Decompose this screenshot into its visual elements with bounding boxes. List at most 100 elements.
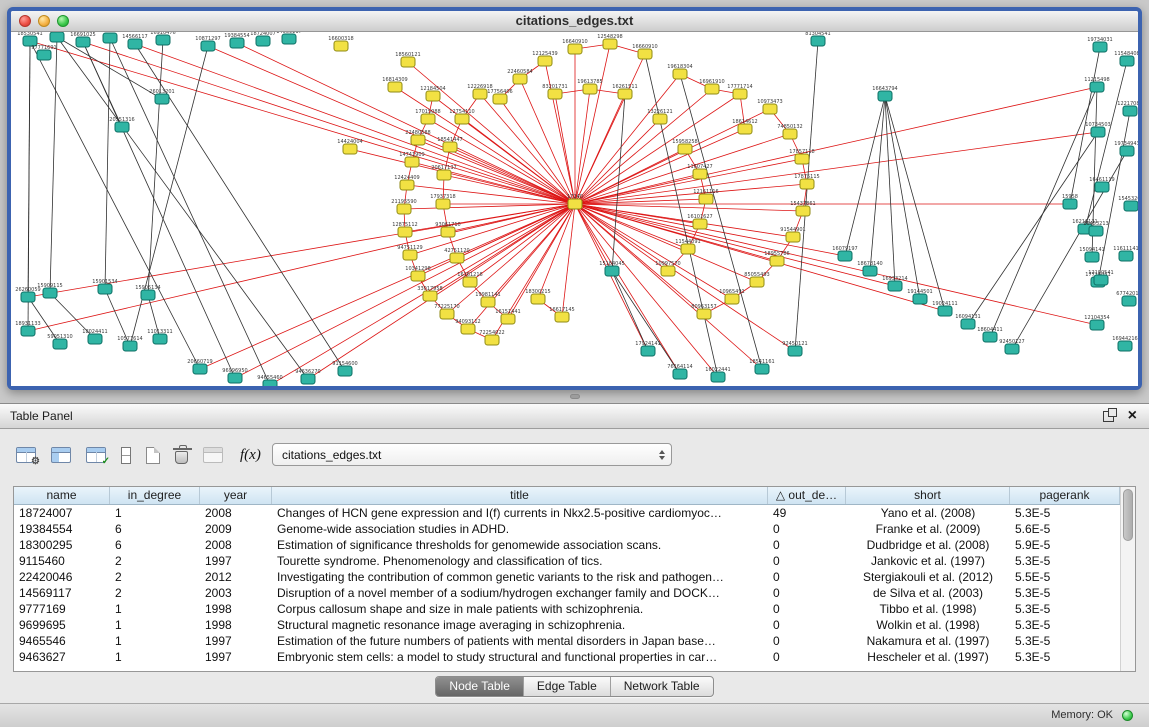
graph-node[interactable]: 83201731 — [542, 84, 567, 99]
float-panel-icon[interactable] — [1103, 411, 1114, 422]
graph-node[interactable]: 93061710 — [435, 222, 460, 237]
graph-node[interactable]: 76164114 — [667, 364, 692, 379]
cell-pagerank[interactable]: 5.3E-5 — [1010, 553, 1120, 569]
graph-edge[interactable] — [575, 204, 803, 211]
column-header-year[interactable]: year — [200, 487, 272, 504]
cell-year[interactable]: 2003 — [200, 585, 272, 601]
graph-node[interactable]: 22480588 — [405, 130, 430, 145]
graph-node[interactable]: 12184504 — [420, 86, 445, 101]
cell-out_degree[interactable]: 0 — [768, 649, 846, 665]
zoom-window-button[interactable] — [57, 15, 69, 27]
new-column-button[interactable] — [146, 447, 160, 464]
graph-node[interactable]: 13226121 — [647, 109, 672, 124]
graph-node[interactable]: 16600318 — [328, 36, 353, 51]
graph-edge[interactable] — [428, 119, 575, 204]
graph-node[interactable]: 11548408 — [1114, 51, 1138, 66]
cell-pagerank[interactable]: 5.5E-5 — [1010, 569, 1120, 585]
graph-node[interactable]: 16261511 — [612, 84, 637, 99]
row-mode-button[interactable] — [121, 447, 131, 464]
table-row[interactable]: 911546021997Tourette syndrome. Phenomeno… — [14, 553, 1135, 569]
graph-node[interactable]: 20551316 — [109, 117, 134, 132]
cell-short[interactable]: Dudbridge et al. (2008) — [846, 537, 1010, 553]
graph-node[interactable]: 18931133 — [15, 321, 40, 336]
close-window-button[interactable] — [19, 15, 31, 27]
minimize-window-button[interactable] — [38, 15, 50, 27]
graph-node[interactable]: 10965491 — [719, 289, 744, 304]
table-row[interactable]: 977716911998Corpus callosum shape and si… — [14, 601, 1135, 617]
graph-node[interactable]: 19734031 — [1087, 37, 1112, 52]
graph-node[interactable]: 26013201 — [149, 89, 174, 104]
graph-node[interactable]: 21195590 — [391, 199, 416, 214]
graph-node[interactable]: 12424409 — [394, 175, 419, 190]
cell-title[interactable]: Structural magnetic resonance image aver… — [272, 617, 768, 633]
column-header-title[interactable]: title — [272, 487, 768, 504]
graph-node[interactable]: 10571614 — [117, 336, 142, 351]
graph-edge[interactable] — [575, 132, 1098, 204]
table-row[interactable]: 969969511998Structural magnetic resonanc… — [14, 617, 1135, 633]
graph-node[interactable]: 18541161 — [749, 359, 774, 374]
cell-year[interactable]: 1997 — [200, 633, 272, 649]
cell-out_degree[interactable]: 0 — [768, 633, 846, 649]
graph-edge[interactable] — [575, 87, 1097, 204]
graph-node[interactable]: 15901534 — [92, 279, 117, 294]
graph-node[interactable]: 18614612 — [732, 119, 757, 134]
cell-short[interactable]: de Silva et al. (2003) — [846, 585, 1010, 601]
cell-in_degree[interactable]: 1 — [110, 617, 200, 633]
graph-edge[interactable] — [845, 96, 885, 256]
cell-pagerank[interactable]: 5.3E-5 — [1010, 601, 1120, 617]
cell-name[interactable]: 18300295 — [14, 537, 110, 553]
graph-node[interactable]: 11611141 — [1113, 246, 1138, 261]
column-header-name[interactable]: name — [14, 487, 110, 504]
graph-node[interactable]: 81304541 — [805, 32, 830, 46]
graph-node[interactable]: 17937318 — [430, 194, 455, 209]
graph-edge[interactable] — [612, 271, 680, 374]
cell-out_degree[interactable]: 0 — [768, 569, 846, 585]
cell-title[interactable]: Estimation of the future numbers of pati… — [272, 633, 768, 649]
graph-edge[interactable] — [105, 38, 110, 289]
graph-node[interactable]: 15905134 — [135, 285, 160, 300]
cell-year[interactable]: 2008 — [200, 537, 272, 553]
graph-node[interactable]: 12125439 — [532, 51, 557, 66]
graph-edge[interactable] — [575, 204, 945, 311]
scrollbar-thumb[interactable] — [1123, 489, 1133, 541]
cell-title[interactable]: Tourette syndrome. Phenomenology and cla… — [272, 553, 768, 569]
cell-short[interactable]: Wolkin et al. (1998) — [846, 617, 1010, 633]
graph-edge[interactable] — [28, 204, 575, 331]
graph-node[interactable]: 15909115 — [37, 283, 62, 298]
cell-year[interactable]: 1997 — [200, 649, 272, 665]
table-row[interactable]: 1938455462009Genome-wide association stu… — [14, 521, 1135, 537]
graph-node[interactable]: 17015088 — [415, 109, 440, 124]
graph-node[interactable]: 12104354 — [1084, 315, 1109, 330]
graph-node[interactable]: 18300215 — [525, 289, 550, 304]
graph-node[interactable]: 19384554 — [224, 33, 249, 48]
graph-node[interactable]: 19734943 — [1114, 141, 1138, 156]
cell-in_degree[interactable]: 1 — [110, 505, 200, 521]
graph-edge[interactable] — [555, 94, 575, 204]
function-builder-button[interactable]: f(x) — [238, 447, 263, 464]
cell-out_degree[interactable]: 0 — [768, 617, 846, 633]
network-window-titlebar[interactable]: citations_edges.txt — [11, 11, 1138, 32]
graph-node[interactable]: 92450127 — [999, 339, 1024, 354]
cell-in_degree[interactable]: 1 — [110, 633, 200, 649]
graph-node[interactable]: 14566117 — [122, 34, 147, 49]
import-table-button[interactable]: ✓ — [86, 447, 106, 463]
graph-node[interactable]: 18678140 — [857, 261, 882, 276]
graph-node[interactable]: 16079197 — [832, 246, 857, 261]
graph-node[interactable]: 10341298 — [405, 266, 430, 281]
graph-node[interactable]: 16151441 — [495, 309, 520, 324]
cell-short[interactable]: Nakamura et al. (1997) — [846, 633, 1010, 649]
close-panel-icon[interactable]: × — [1128, 410, 1137, 422]
graph-edge[interactable] — [575, 44, 610, 204]
cell-out_degree[interactable]: 0 — [768, 521, 846, 537]
graph-node[interactable]: 91154600 — [332, 361, 357, 376]
delete-column-button[interactable] — [175, 451, 188, 464]
graph-node[interactable]: 80963157 — [691, 304, 716, 319]
cell-out_degree[interactable]: 0 — [768, 553, 846, 569]
cell-name[interactable]: 9699695 — [14, 617, 110, 633]
panel-divider[interactable] — [0, 390, 1149, 403]
graph-node[interactable]: 94636270 — [295, 369, 320, 384]
graph-node[interactable]: 42751120 — [444, 248, 469, 263]
graph-node[interactable]: 14424004 — [337, 139, 362, 154]
cell-title[interactable]: Disruption of a novel member of a sodium… — [272, 585, 768, 601]
cell-out_degree[interactable]: 0 — [768, 537, 846, 553]
